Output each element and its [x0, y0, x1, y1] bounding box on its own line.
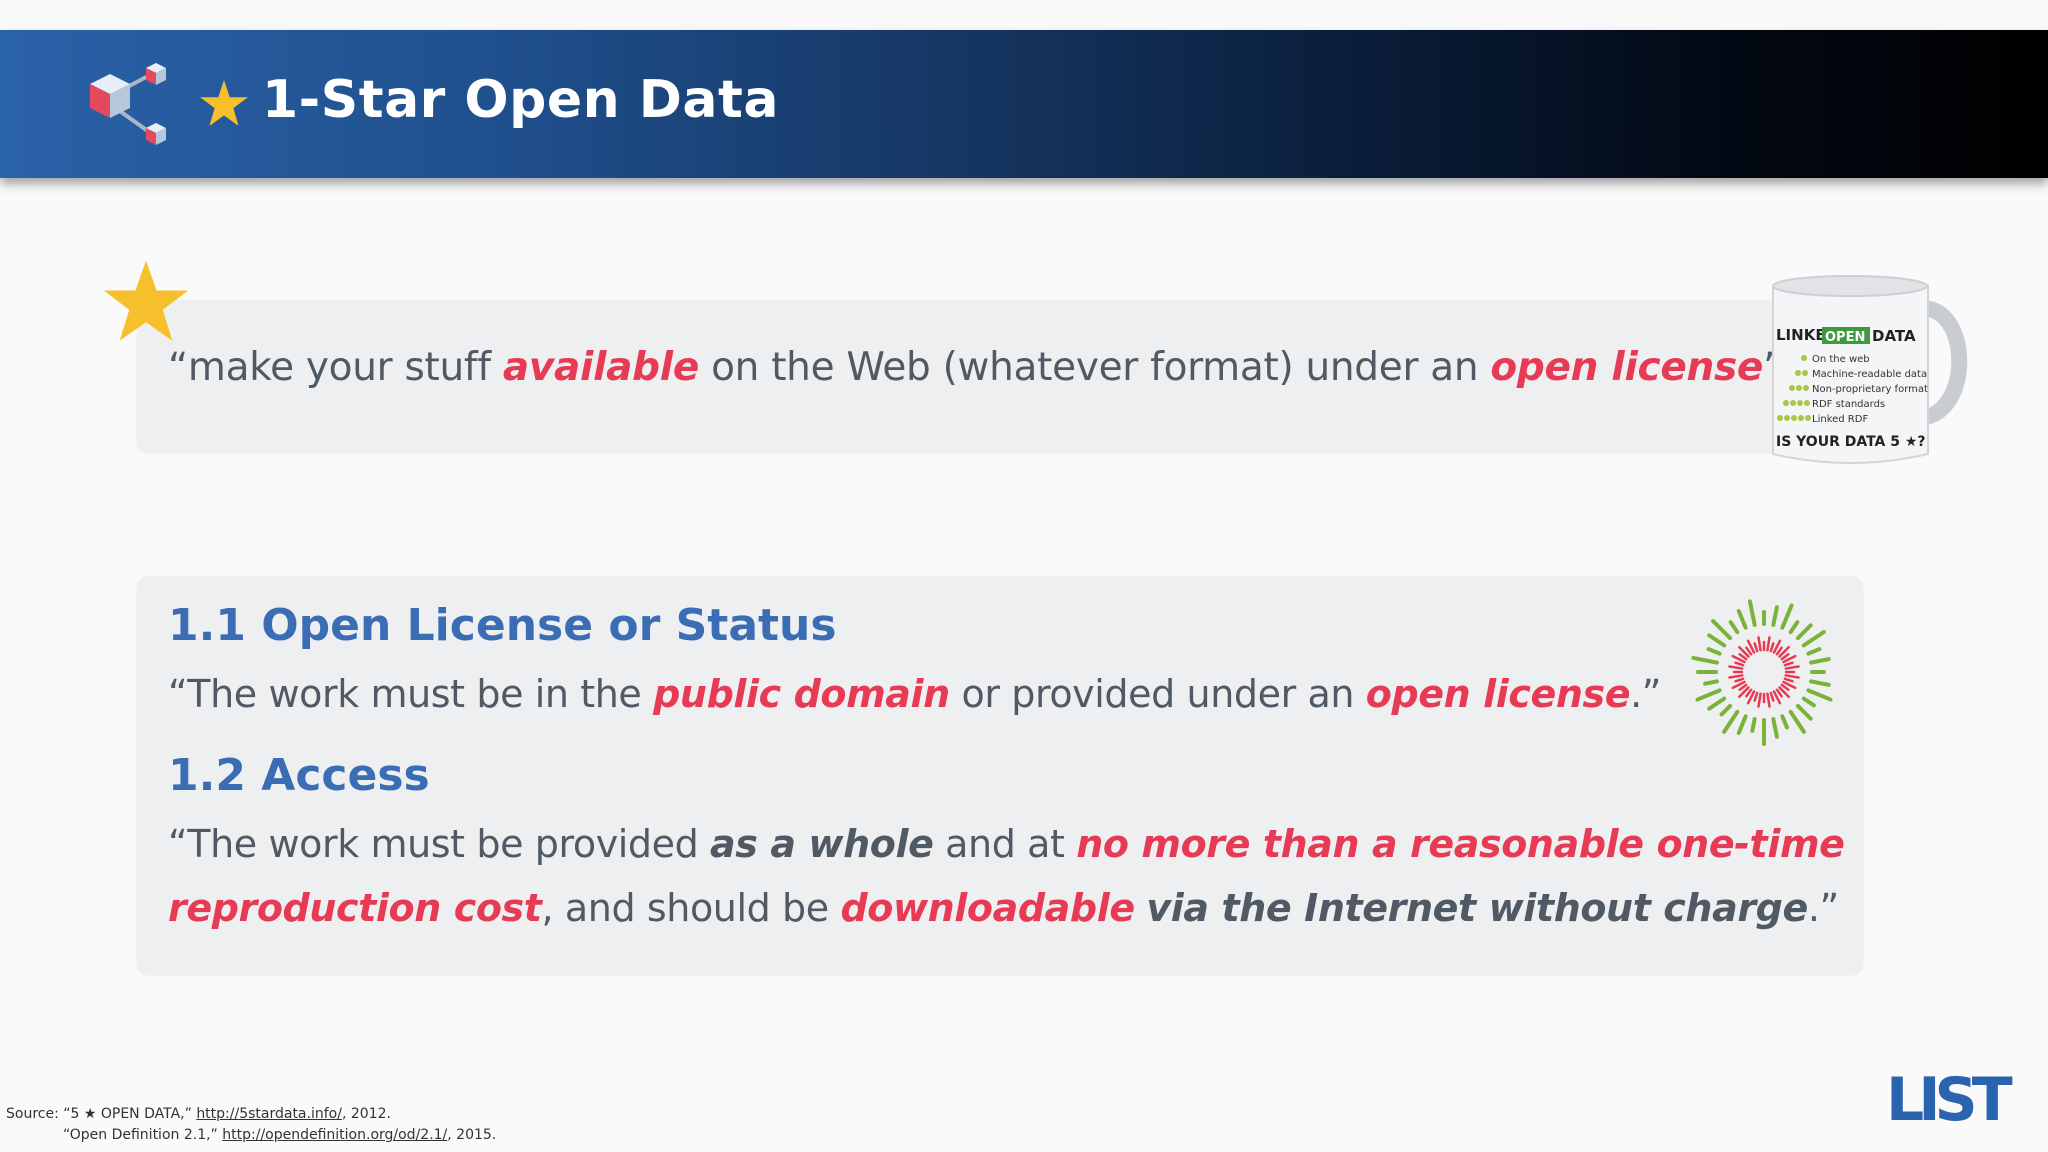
- linked-cubes-logo-icon: [90, 63, 166, 145]
- open-license-text: “The work must be in the public domain o…: [168, 672, 1662, 716]
- svg-text:DATA: DATA: [1872, 327, 1916, 345]
- title-bar: 1-Star Open Data: [0, 30, 2048, 178]
- access-text-line-2: reproduction cost, and should be downloa…: [168, 886, 1839, 930]
- section-heading-open-license: 1.1 Open License or Status: [168, 600, 837, 651]
- slide-title: 1-Star Open Data: [262, 70, 779, 130]
- svg-text:IS YOUR DATA 5 ★?: IS YOUR DATA 5 ★?: [1776, 434, 1926, 450]
- linked-open-data-mug-image: LINKED OPEN DATA On the web Machine-read…: [1772, 275, 1968, 464]
- section-heading-access: 1.2 Access: [168, 750, 430, 801]
- svg-text:LIST: LIST: [1886, 1066, 2013, 1124]
- source-link-5stardata[interactable]: http://5stardata.info/: [196, 1106, 342, 1122]
- source-citation: Source: “5 ★ OPEN DATA,” http://5stardat…: [6, 1106, 497, 1143]
- slide: 1-Star Open Data “make your stuff availa…: [0, 0, 2048, 1152]
- svg-text:Machine-readable data: Machine-readable data: [1812, 369, 1927, 380]
- star-icon: [200, 80, 248, 126]
- source-link-opendefinition[interactable]: http://opendefinition.org/od/2.1/: [222, 1127, 447, 1143]
- svg-text:Non-proprietary format: Non-proprietary format: [1812, 384, 1928, 395]
- svg-text:RDF standards: RDF standards: [1812, 399, 1885, 410]
- svg-text:Linked RDF: Linked RDF: [1812, 414, 1868, 425]
- one-star-quote: “make your stuff available on the Web (w…: [168, 345, 1783, 390]
- list-logo: LIST: [1886, 1066, 2018, 1124]
- star-icon: [103, 260, 189, 341]
- svg-text:On the web: On the web: [1812, 354, 1870, 365]
- svg-text:OPEN: OPEN: [1825, 330, 1865, 345]
- access-text-line-1: “The work must be provided as a whole an…: [168, 822, 1845, 866]
- open-definition-sunburst-icon: [1691, 599, 1833, 746]
